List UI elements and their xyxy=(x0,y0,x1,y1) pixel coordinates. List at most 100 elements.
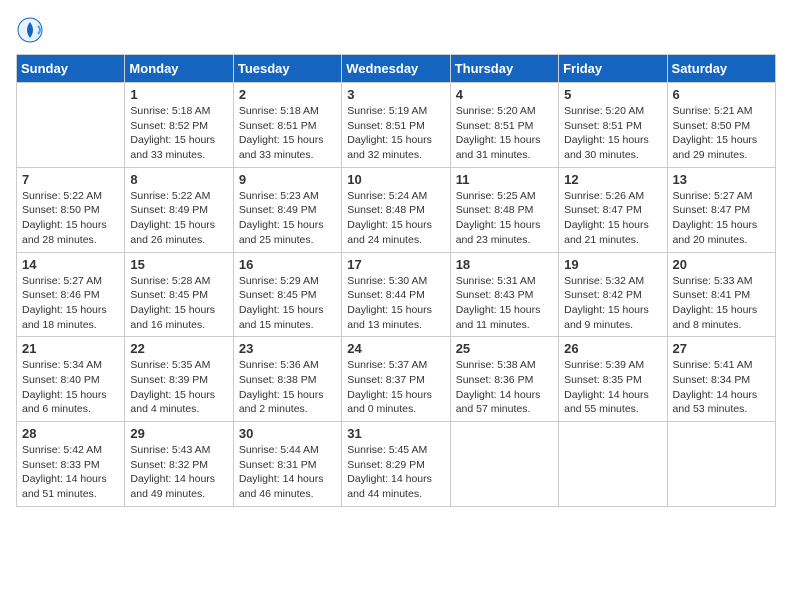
day-number: 1 xyxy=(130,87,227,102)
day-info: Sunrise: 5:20 AM Sunset: 8:51 PM Dayligh… xyxy=(564,104,661,163)
day-info: Sunrise: 5:32 AM Sunset: 8:42 PM Dayligh… xyxy=(564,274,661,333)
day-number: 29 xyxy=(130,426,227,441)
day-info: Sunrise: 5:18 AM Sunset: 8:51 PM Dayligh… xyxy=(239,104,336,163)
calendar-cell xyxy=(450,422,558,507)
calendar-cell: 31 Sunrise: 5:45 AM Sunset: 8:29 PM Dayli… xyxy=(342,422,450,507)
calendar-week-2: 7 Sunrise: 5:22 AM Sunset: 8:50 PM Daylig… xyxy=(17,167,776,252)
calendar-cell xyxy=(17,83,125,168)
day-number: 12 xyxy=(564,172,661,187)
calendar-cell: 4 Sunrise: 5:20 AM Sunset: 8:51 PM Daylig… xyxy=(450,83,558,168)
day-number: 10 xyxy=(347,172,444,187)
day-number: 28 xyxy=(22,426,119,441)
day-number: 4 xyxy=(456,87,553,102)
day-number: 9 xyxy=(239,172,336,187)
day-number: 21 xyxy=(22,341,119,356)
calendar-cell xyxy=(559,422,667,507)
calendar-cell: 9 Sunrise: 5:23 AM Sunset: 8:49 PM Daylig… xyxy=(233,167,341,252)
calendar-cell: 1Sunrise: 5:18 AM Sunset: 8:52 PM Daylig… xyxy=(125,83,233,168)
calendar-cell xyxy=(667,422,775,507)
day-info: Sunrise: 5:28 AM Sunset: 8:45 PM Dayligh… xyxy=(130,274,227,333)
day-number: 16 xyxy=(239,257,336,272)
day-number: 17 xyxy=(347,257,444,272)
weekday-header-row: SundayMondayTuesdayWednesdayThursdayFrid… xyxy=(17,55,776,83)
day-info: Sunrise: 5:24 AM Sunset: 8:48 PM Dayligh… xyxy=(347,189,444,248)
logo xyxy=(16,16,48,44)
day-number: 30 xyxy=(239,426,336,441)
calendar-week-4: 21 Sunrise: 5:34 AM Sunset: 8:40 PM Dayli… xyxy=(17,337,776,422)
calendar-cell: 20Sunrise: 5:33 AM Sunset: 8:41 PM Dayli… xyxy=(667,252,775,337)
day-info: Sunrise: 5:41 AM Sunset: 8:34 PM Dayligh… xyxy=(673,358,770,417)
calendar-cell: 29Sunrise: 5:43 AM Sunset: 8:32 PM Dayli… xyxy=(125,422,233,507)
calendar-week-3: 14 Sunrise: 5:27 AM Sunset: 8:46 PM Dayli… xyxy=(17,252,776,337)
calendar-cell: 24 Sunrise: 5:37 AM Sunset: 8:37 PM Dayli… xyxy=(342,337,450,422)
calendar-cell: 14 Sunrise: 5:27 AM Sunset: 8:46 PM Dayli… xyxy=(17,252,125,337)
calendar-cell: 23 Sunrise: 5:36 AM Sunset: 8:38 PM Dayli… xyxy=(233,337,341,422)
day-number: 14 xyxy=(22,257,119,272)
day-number: 18 xyxy=(456,257,553,272)
day-info: Sunrise: 5:45 AM Sunset: 8:29 PM Dayligh… xyxy=(347,443,444,502)
day-info: Sunrise: 5:26 AM Sunset: 8:47 PM Dayligh… xyxy=(564,189,661,248)
calendar-cell: 10 Sunrise: 5:24 AM Sunset: 8:48 PM Dayli… xyxy=(342,167,450,252)
calendar-cell: 11 Sunrise: 5:25 AM Sunset: 8:48 PM Dayli… xyxy=(450,167,558,252)
calendar-week-1: 1Sunrise: 5:18 AM Sunset: 8:52 PM Daylig… xyxy=(17,83,776,168)
calendar-cell: 22Sunrise: 5:35 AM Sunset: 8:39 PM Dayli… xyxy=(125,337,233,422)
calendar-cell: 8 Sunrise: 5:22 AM Sunset: 8:49 PM Daylig… xyxy=(125,167,233,252)
calendar-cell: 25 Sunrise: 5:38 AM Sunset: 8:36 PM Dayli… xyxy=(450,337,558,422)
day-number: 13 xyxy=(673,172,770,187)
day-info: Sunrise: 5:42 AM Sunset: 8:33 PM Dayligh… xyxy=(22,443,119,502)
day-info: Sunrise: 5:23 AM Sunset: 8:49 PM Dayligh… xyxy=(239,189,336,248)
day-info: Sunrise: 5:25 AM Sunset: 8:48 PM Dayligh… xyxy=(456,189,553,248)
weekday-header-wednesday: Wednesday xyxy=(342,55,450,83)
weekday-header-monday: Monday xyxy=(125,55,233,83)
calendar-cell: 18 Sunrise: 5:31 AM Sunset: 8:43 PM Dayli… xyxy=(450,252,558,337)
day-number: 25 xyxy=(456,341,553,356)
calendar-week-5: 28 Sunrise: 5:42 AM Sunset: 8:33 PM Dayli… xyxy=(17,422,776,507)
day-info: Sunrise: 5:22 AM Sunset: 8:50 PM Dayligh… xyxy=(22,189,119,248)
calendar-cell: 27 Sunrise: 5:41 AM Sunset: 8:34 PM Dayli… xyxy=(667,337,775,422)
day-number: 31 xyxy=(347,426,444,441)
day-info: Sunrise: 5:27 AM Sunset: 8:46 PM Dayligh… xyxy=(22,274,119,333)
day-number: 11 xyxy=(456,172,553,187)
calendar-cell: 26Sunrise: 5:39 AM Sunset: 8:35 PM Dayli… xyxy=(559,337,667,422)
day-number: 24 xyxy=(347,341,444,356)
weekday-header-tuesday: Tuesday xyxy=(233,55,341,83)
day-number: 5 xyxy=(564,87,661,102)
calendar: SundayMondayTuesdayWednesdayThursdayFrid… xyxy=(16,54,776,507)
day-info: Sunrise: 5:36 AM Sunset: 8:38 PM Dayligh… xyxy=(239,358,336,417)
day-number: 7 xyxy=(22,172,119,187)
day-number: 23 xyxy=(239,341,336,356)
calendar-cell: 28 Sunrise: 5:42 AM Sunset: 8:33 PM Dayli… xyxy=(17,422,125,507)
day-info: Sunrise: 5:38 AM Sunset: 8:36 PM Dayligh… xyxy=(456,358,553,417)
day-info: Sunrise: 5:31 AM Sunset: 8:43 PM Dayligh… xyxy=(456,274,553,333)
day-info: Sunrise: 5:19 AM Sunset: 8:51 PM Dayligh… xyxy=(347,104,444,163)
calendar-cell: 16Sunrise: 5:29 AM Sunset: 8:45 PM Dayli… xyxy=(233,252,341,337)
weekday-header-sunday: Sunday xyxy=(17,55,125,83)
day-info: Sunrise: 5:34 AM Sunset: 8:40 PM Dayligh… xyxy=(22,358,119,417)
day-number: 6 xyxy=(673,87,770,102)
day-info: Sunrise: 5:35 AM Sunset: 8:39 PM Dayligh… xyxy=(130,358,227,417)
day-info: Sunrise: 5:44 AM Sunset: 8:31 PM Dayligh… xyxy=(239,443,336,502)
day-number: 2 xyxy=(239,87,336,102)
day-number: 8 xyxy=(130,172,227,187)
day-info: Sunrise: 5:21 AM Sunset: 8:50 PM Dayligh… xyxy=(673,104,770,163)
calendar-cell: 5 Sunrise: 5:20 AM Sunset: 8:51 PM Daylig… xyxy=(559,83,667,168)
calendar-cell: 15 Sunrise: 5:28 AM Sunset: 8:45 PM Dayli… xyxy=(125,252,233,337)
calendar-cell: 17 Sunrise: 5:30 AM Sunset: 8:44 PM Dayli… xyxy=(342,252,450,337)
day-number: 3 xyxy=(347,87,444,102)
calendar-cell: 7 Sunrise: 5:22 AM Sunset: 8:50 PM Daylig… xyxy=(17,167,125,252)
day-number: 15 xyxy=(130,257,227,272)
day-number: 27 xyxy=(673,341,770,356)
calendar-cell: 6 Sunrise: 5:21 AM Sunset: 8:50 PM Daylig… xyxy=(667,83,775,168)
day-number: 26 xyxy=(564,341,661,356)
day-info: Sunrise: 5:37 AM Sunset: 8:37 PM Dayligh… xyxy=(347,358,444,417)
weekday-header-thursday: Thursday xyxy=(450,55,558,83)
header xyxy=(16,16,776,44)
day-info: Sunrise: 5:22 AM Sunset: 8:49 PM Dayligh… xyxy=(130,189,227,248)
calendar-cell: 13Sunrise: 5:27 AM Sunset: 8:47 PM Dayli… xyxy=(667,167,775,252)
day-info: Sunrise: 5:33 AM Sunset: 8:41 PM Dayligh… xyxy=(673,274,770,333)
calendar-cell: 12 Sunrise: 5:26 AM Sunset: 8:47 PM Dayli… xyxy=(559,167,667,252)
day-info: Sunrise: 5:30 AM Sunset: 8:44 PM Dayligh… xyxy=(347,274,444,333)
calendar-cell: 3 Sunrise: 5:19 AM Sunset: 8:51 PM Daylig… xyxy=(342,83,450,168)
calendar-cell: 2 Sunrise: 5:18 AM Sunset: 8:51 PM Daylig… xyxy=(233,83,341,168)
day-info: Sunrise: 5:20 AM Sunset: 8:51 PM Dayligh… xyxy=(456,104,553,163)
